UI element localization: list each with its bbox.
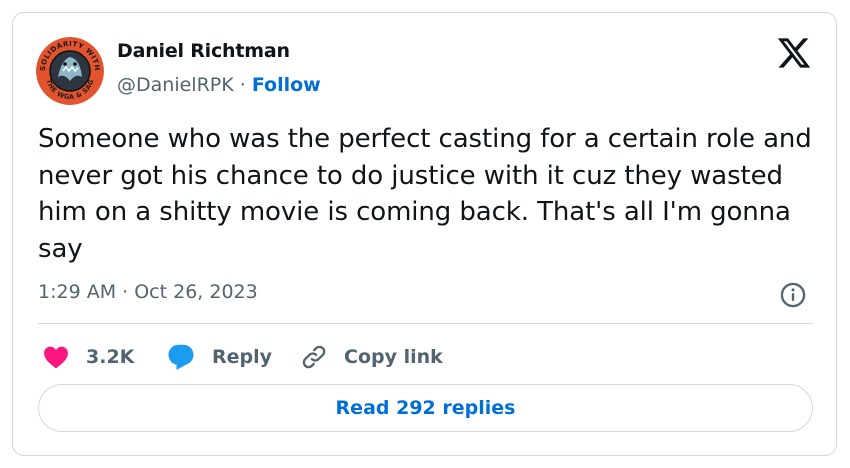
avatar-image: SOLIDARITY WITH THE WGA & SAG: [36, 37, 104, 105]
read-replies-button[interactable]: Read 292 replies: [38, 384, 813, 432]
x-logo-icon[interactable]: [776, 35, 812, 71]
link-icon: [302, 345, 326, 369]
tweet-timestamp[interactable]: 1:29 AM · Oct 26, 2023: [38, 281, 258, 303]
info-icon[interactable]: [779, 281, 807, 309]
like-button[interactable]: 3.2K: [42, 339, 134, 375]
copy-link-button[interactable]: Copy link: [300, 339, 443, 375]
author-meta: @DanielRPK · Follow: [117, 74, 321, 96]
meta-separator: ·: [233, 74, 252, 96]
action-bar: 3.2K Reply Copy link: [38, 339, 818, 375]
speech-bubble-icon: [168, 344, 194, 370]
copy-link-label: Copy link: [344, 346, 443, 368]
reply-button[interactable]: Reply: [166, 339, 272, 375]
heart-icon: [44, 346, 68, 369]
avatar[interactable]: SOLIDARITY WITH THE WGA & SAG: [36, 37, 104, 105]
like-count: 3.2K: [86, 346, 135, 368]
follow-button[interactable]: Follow: [252, 74, 321, 96]
author-name[interactable]: Daniel Richtman: [117, 40, 290, 62]
author-handle[interactable]: @DanielRPK: [117, 74, 234, 96]
tweet-card: SOLIDARITY WITH THE WGA & SAG Daniel Ric…: [12, 12, 837, 456]
divider: [38, 323, 813, 324]
tweet-text: Someone who was the perfect casting for …: [38, 124, 812, 264]
reply-label: Reply: [212, 346, 273, 368]
